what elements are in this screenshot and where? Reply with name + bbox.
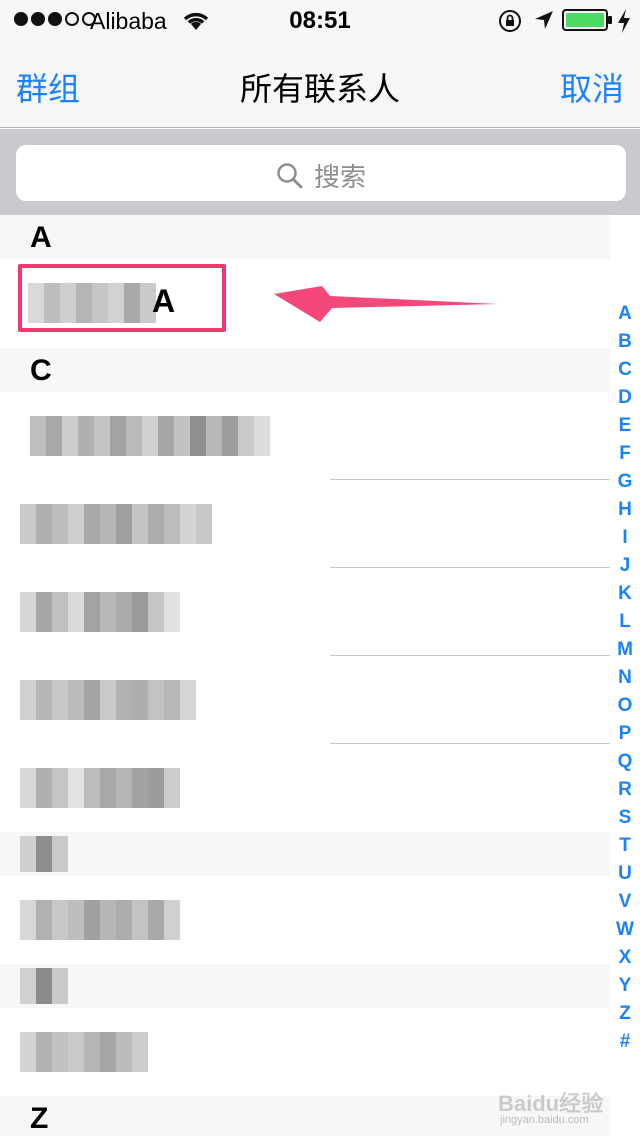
pointer-arrow: [274, 286, 498, 322]
index-letter[interactable]: G: [610, 468, 640, 496]
section-letter: C: [30, 354, 52, 387]
index-letter[interactable]: K: [610, 580, 640, 608]
index-letter[interactable]: M: [610, 636, 640, 664]
contact-row[interactable]: [0, 480, 610, 568]
blurred-name: [20, 900, 180, 940]
index-letter[interactable]: I: [610, 524, 640, 552]
index-letter[interactable]: F: [610, 440, 640, 468]
index-letter[interactable]: D: [610, 384, 640, 412]
index-letter[interactable]: J: [610, 552, 640, 580]
watermark-url: jingyan.baidu.com: [500, 1114, 589, 1126]
section-header-c: C: [0, 348, 610, 392]
index-letter[interactable]: B: [610, 328, 640, 356]
index-letter[interactable]: T: [610, 832, 640, 860]
index-letter[interactable]: Z: [610, 1000, 640, 1028]
section-letter: A: [30, 221, 52, 254]
status-bar: Alibaba 08:51: [0, 0, 640, 40]
contact-row[interactable]: [0, 832, 610, 876]
index-letter[interactable]: #: [610, 1028, 640, 1056]
index-letter[interactable]: S: [610, 804, 640, 832]
watermark-logo: Baidu经验 jingyan.baidu.com: [492, 1070, 612, 1128]
highlight-box: [18, 264, 226, 332]
location-arrow-icon: [535, 11, 553, 29]
contact-row[interactable]: [0, 744, 610, 832]
index-letter[interactable]: Y: [610, 972, 640, 1000]
index-letter[interactable]: A: [610, 300, 640, 328]
index-letter[interactable]: C: [610, 356, 640, 384]
cancel-button[interactable]: 取消: [560, 64, 624, 110]
index-letter[interactable]: X: [610, 944, 640, 972]
index-letter[interactable]: R: [610, 776, 640, 804]
index-letter[interactable]: Q: [610, 748, 640, 776]
index-letter[interactable]: U: [610, 860, 640, 888]
search-icon: [277, 162, 303, 188]
index-letter[interactable]: N: [610, 664, 640, 692]
contact-row[interactable]: [0, 656, 610, 744]
charging-bolt-icon: [618, 9, 630, 33]
blurred-name: [20, 836, 68, 872]
blurred-name: [20, 680, 196, 720]
contact-row[interactable]: [0, 568, 610, 656]
section-header-a: A: [0, 215, 610, 259]
rotation-lock-icon: [499, 10, 521, 32]
index-letter[interactable]: W: [610, 916, 640, 944]
alphabet-index[interactable]: A B C D E F G H I J K L M N O P Q R S T U V W X Y Z #: [610, 300, 640, 1056]
index-letter[interactable]: V: [610, 888, 640, 916]
search-area: 搜索: [0, 129, 640, 215]
contact-row[interactable]: [0, 392, 610, 480]
page-title: 所有联系人: [239, 71, 400, 107]
contact-row[interactable]: [0, 964, 610, 1008]
index-letter[interactable]: E: [610, 412, 640, 440]
index-letter[interactable]: H: [610, 496, 640, 524]
contact-row[interactable]: [0, 876, 610, 964]
blurred-name: [20, 592, 180, 632]
section-letter: Z: [30, 1102, 49, 1135]
index-letter[interactable]: P: [610, 720, 640, 748]
index-letter[interactable]: O: [610, 692, 640, 720]
index-letter[interactable]: L: [610, 608, 640, 636]
battery-icon: [562, 9, 612, 31]
blurred-name: [20, 968, 68, 1004]
navigation-bar: 群组 所有联系人 取消: [0, 40, 640, 128]
blurred-name: [20, 768, 180, 808]
search-placeholder: 搜索: [313, 162, 366, 192]
blurred-name: [20, 1032, 148, 1072]
search-input[interactable]: 搜索: [16, 145, 626, 201]
blurred-name: [30, 416, 270, 456]
blurred-name: [20, 504, 212, 544]
